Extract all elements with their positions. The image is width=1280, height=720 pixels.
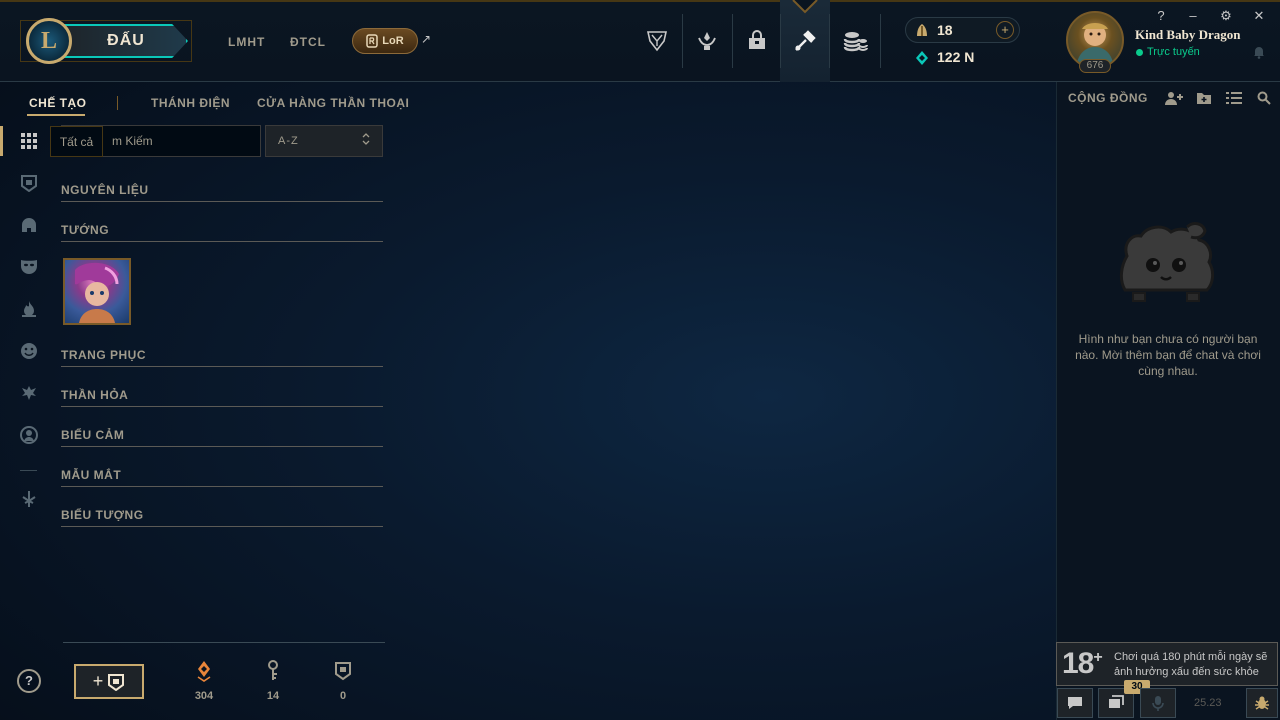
- mythic-filter-icon[interactable]: [18, 488, 40, 510]
- empty-friends-message: Hình như bạn chưa có người bạn nào. Mời …: [1075, 332, 1261, 378]
- divider: [780, 14, 781, 68]
- chest-count: 0: [339, 690, 347, 702]
- play-button[interactable]: ĐẤU: [56, 24, 188, 58]
- help-button[interactable]: ?: [1154, 8, 1168, 24]
- rp-icon: [916, 51, 928, 65]
- settings-button[interactable]: ⚙: [1219, 8, 1233, 24]
- league-logo-icon[interactable]: L: [26, 18, 72, 64]
- buy-rp-button[interactable]: +: [996, 21, 1014, 39]
- divider: [732, 14, 733, 68]
- tab-sanctum[interactable]: THÁNH ĐIỆN: [151, 96, 230, 110]
- tab-mythic-shop[interactable]: CỬA HÀNG THẦN THOẠI: [257, 96, 409, 110]
- coins-icon[interactable]: [840, 26, 870, 56]
- mask-filter-icon[interactable]: [18, 255, 40, 277]
- player-name[interactable]: Kind Baby Dragon: [1135, 27, 1240, 43]
- bug-report-button[interactable]: [1246, 688, 1278, 718]
- flame-filter-icon[interactable]: [18, 298, 40, 320]
- rp-value: 122 N: [937, 49, 975, 65]
- divider: [63, 642, 385, 643]
- list-view-icon[interactable]: [1225, 90, 1243, 106]
- helmet-filter-icon[interactable]: [18, 214, 40, 236]
- blue-essence-icon: [917, 24, 927, 36]
- poro-empty-icon: [1119, 222, 1215, 302]
- social-title: CỘNG ĐỒNG: [1068, 91, 1148, 105]
- plus-label: +: [92, 671, 104, 691]
- emote-filter-icon[interactable]: [18, 340, 40, 362]
- divider: [20, 470, 37, 471]
- help-circle-button[interactable]: ?: [17, 669, 41, 693]
- divider: [682, 14, 683, 68]
- tab-crafting[interactable]: CHẾ TẠO: [29, 96, 87, 110]
- status-text[interactable]: Trực tuyến: [1147, 46, 1200, 58]
- lor-logo-icon: [366, 34, 379, 48]
- active-chevron-icon: [792, 0, 818, 14]
- section-champions: TƯỚNG: [61, 223, 383, 242]
- lor-button[interactable]: LoR: [352, 28, 418, 54]
- version-text: 25.23: [1194, 697, 1222, 709]
- section-icons: BIỂU TƯỢNG: [61, 508, 383, 527]
- blue-essence-value: 18: [937, 22, 953, 38]
- add-folder-icon[interactable]: [1195, 90, 1213, 106]
- key-icon: [263, 660, 283, 682]
- ward-filter-icon[interactable]: [18, 382, 40, 404]
- filter-active-bar: [0, 126, 3, 156]
- divider: [829, 14, 830, 68]
- chat-button[interactable]: [1057, 688, 1093, 718]
- add-friend-icon[interactable]: [1165, 90, 1183, 106]
- tooltip-all: Tất cả: [50, 126, 103, 157]
- chest-icon: [108, 673, 125, 691]
- minimize-button[interactable]: –: [1186, 8, 1200, 24]
- chest-filter-icon[interactable]: [18, 172, 40, 194]
- social-panel: [1056, 82, 1280, 720]
- champion-shard-tile[interactable]: [63, 258, 131, 325]
- age-rating: 18+: [1062, 647, 1103, 681]
- voice-button[interactable]: [1140, 688, 1176, 718]
- section-emotes: BIỂU CẢM: [61, 428, 383, 447]
- grid-all-icon[interactable]: [18, 130, 40, 152]
- search-icon[interactable]: [1255, 90, 1273, 106]
- tft-icon[interactable]: [692, 26, 722, 56]
- age-rating-plus: +: [1093, 649, 1102, 666]
- section-materials: NGUYÊN LIỆU: [61, 183, 383, 202]
- sort-arrows-icon: [362, 133, 370, 145]
- chest-count-icon: [333, 660, 353, 682]
- divider: [117, 96, 118, 110]
- close-button[interactable]: ✕: [1252, 8, 1266, 24]
- icon-filter-icon[interactable]: [18, 424, 40, 446]
- tab-underline: [27, 114, 85, 116]
- lor-label: LoR: [382, 35, 404, 47]
- add-chest-button[interactable]: +: [74, 664, 144, 699]
- key-count: 14: [266, 690, 280, 702]
- age-rating-number: 18: [1062, 647, 1094, 680]
- online-status-icon: [1136, 49, 1143, 56]
- section-skins: TRANG PHỤC: [61, 348, 383, 367]
- bell-icon[interactable]: [1252, 45, 1266, 59]
- orange-essence-icon: [194, 660, 214, 682]
- crafting-icon[interactable]: [790, 26, 820, 56]
- store-bag-icon[interactable]: [742, 26, 772, 56]
- level-badge: 676: [1079, 59, 1111, 73]
- nav-link-lmht[interactable]: LMHT: [228, 35, 265, 49]
- section-wards: THẦN HỎA: [61, 388, 383, 407]
- section-eye-patterns: MẪU MẮT: [61, 468, 383, 487]
- nav-link-dtcl[interactable]: ĐTCL: [290, 35, 326, 49]
- divider: [880, 14, 881, 68]
- trophy-icon[interactable]: [642, 26, 672, 56]
- orange-essence-count: 304: [194, 690, 214, 702]
- age-warning-text: Chơi quá 180 phút mỗi ngày sẽ ảnh hưởng …: [1114, 651, 1268, 678]
- external-link-icon[interactable]: ↗: [421, 32, 431, 46]
